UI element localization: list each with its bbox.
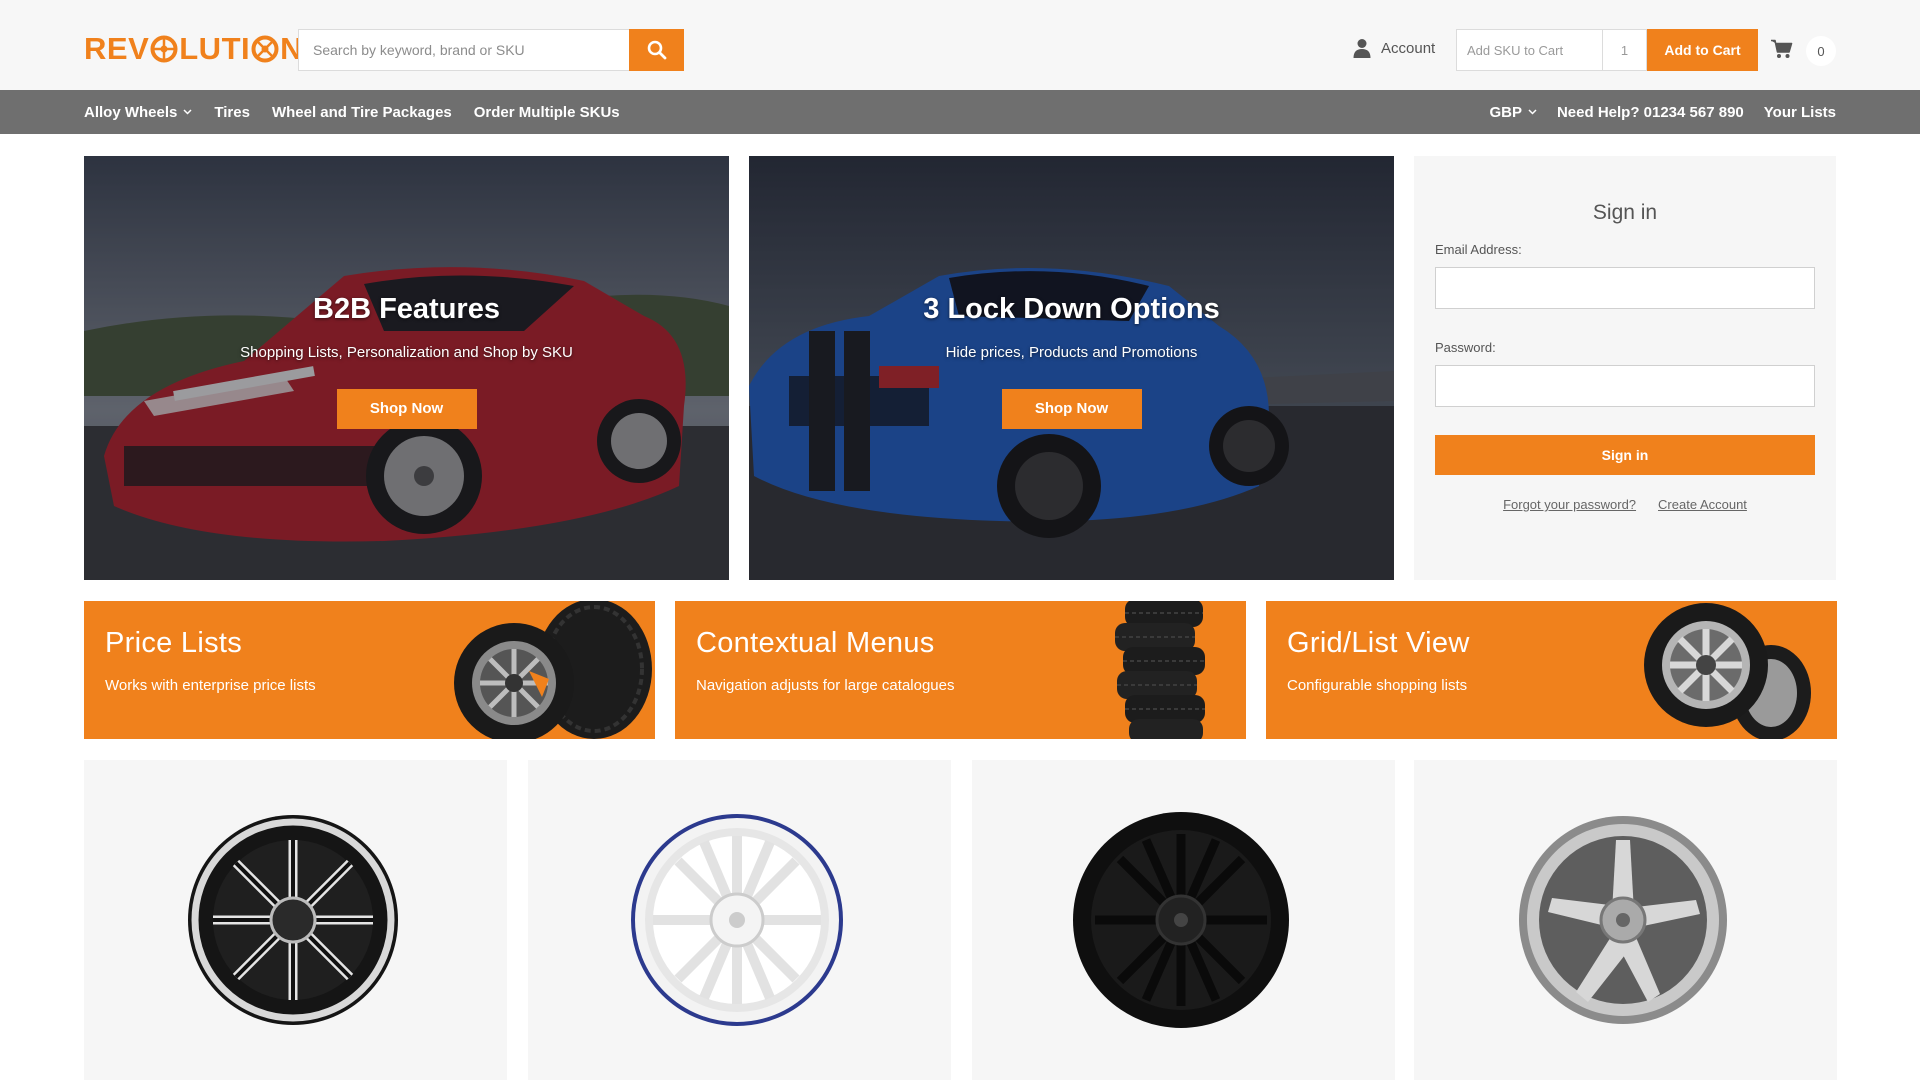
site-header: REV LUTI N Account Add to Cart 0	[0, 0, 1920, 90]
hero-subtitle: Hide prices, Products and Promotions	[945, 344, 1198, 361]
quick-add-form: Add to Cart	[1456, 29, 1758, 71]
promo-subtitle: Navigation adjusts for large catalogues	[696, 677, 955, 694]
promo-subtitle: Configurable shopping lists	[1287, 677, 1468, 694]
shop-now-button[interactable]: Shop Now	[1001, 389, 1142, 429]
help-phone-link[interactable]: Need Help? 01234 567 890	[1557, 104, 1744, 121]
signin-button[interactable]: Sign in	[1435, 435, 1815, 475]
nav-item-label: Tires	[214, 103, 250, 121]
cart-count-badge[interactable]: 0	[1806, 36, 1836, 66]
product-card[interactable]	[84, 760, 507, 1080]
white-wheel-image	[631, 814, 843, 1026]
hero-content: B2B Features Shopping Lists, Personaliza…	[84, 293, 729, 429]
nav-item-label: Order Multiple SKUs	[473, 103, 620, 121]
signin-links: Forgot your password? Create Account	[1414, 497, 1836, 512]
search-icon	[647, 40, 666, 60]
promo-banner-grid-list-view[interactable]: Grid/List View Configurable shopping lis…	[1266, 601, 1837, 739]
hero-title: B2B Features	[313, 293, 500, 325]
search-button[interactable]	[629, 29, 684, 71]
chevron-down-icon	[1528, 109, 1537, 115]
promo-title: Contextual Menus	[696, 627, 935, 659]
signin-panel: Sign in Email Address: Password: Sign in…	[1414, 156, 1836, 580]
logo-wheel-icon	[251, 35, 279, 63]
main-navigation: Alloy Wheels Tires Wheel and Tire Packag…	[0, 90, 1920, 134]
nav-item-tires[interactable]: Tires	[214, 104, 250, 121]
help-phone-label: Need Help? 01234 567 890	[1556, 103, 1744, 121]
nav-item-label: Wheel and Tire Packages	[271, 103, 452, 121]
account-label: Account	[1381, 39, 1436, 57]
your-lists-label: Your Lists	[1763, 103, 1836, 121]
hero-title: 3 Lock Down Options	[923, 293, 1220, 325]
hero-banner-lockdown[interactable]: 3 Lock Down Options Hide prices, Product…	[749, 156, 1394, 580]
logo-wheel-icon	[150, 35, 178, 63]
site-logo[interactable]: REV LUTI N	[84, 31, 303, 66]
add-to-cart-button[interactable]: Add to Cart	[1647, 29, 1758, 71]
quantity-input[interactable]	[1603, 29, 1647, 71]
email-field[interactable]	[1435, 267, 1815, 309]
promo-title: Grid/List View	[1287, 627, 1470, 659]
sku-input[interactable]	[1456, 29, 1603, 71]
chevron-down-icon	[183, 109, 192, 115]
wheel-tire-stack-image	[454, 601, 652, 739]
wheel-tire-image	[1644, 603, 1811, 739]
currency-selector[interactable]: GBP	[1489, 104, 1537, 121]
nav-item-order-multiple-skus[interactable]: Order Multiple SKUs	[474, 104, 620, 121]
nav-categories: Alloy Wheels Tires Wheel and Tire Packag…	[84, 90, 620, 134]
nav-item-label: Alloy Wheels	[84, 103, 178, 121]
search-bar	[298, 29, 684, 71]
nav-item-wheel-tire-packages[interactable]: Wheel and Tire Packages	[272, 104, 452, 121]
email-label: Email Address:	[1435, 242, 1522, 257]
tire-stack-image	[1115, 601, 1205, 739]
promo-banner-price-lists[interactable]: Price Lists Works with enterprise price …	[84, 601, 655, 739]
your-lists-link[interactable]: Your Lists	[1764, 104, 1836, 121]
forgot-password-link[interactable]: Forgot your password?	[1503, 497, 1636, 512]
silver-wheel-image	[1519, 816, 1727, 1024]
promo-banner-contextual-menus[interactable]: Contextual Menus Navigation adjusts for …	[675, 601, 1246, 739]
black-chrome-wheel-image	[188, 815, 398, 1025]
currency-label: GBP	[1489, 103, 1522, 121]
account-link[interactable]: Account	[1353, 38, 1435, 58]
cart-icon[interactable]	[1771, 39, 1793, 59]
product-card[interactable]	[528, 760, 951, 1080]
promo-title: Price Lists	[105, 627, 243, 659]
user-icon	[1353, 39, 1371, 58]
promo-subtitle: Works with enterprise price lists	[105, 677, 316, 694]
hero-subtitle: Shopping Lists, Personalization and Shop…	[240, 344, 573, 361]
hero-content: 3 Lock Down Options Hide prices, Product…	[749, 293, 1394, 429]
matte-black-wheel-image	[1073, 812, 1289, 1028]
product-card[interactable]	[972, 760, 1395, 1080]
create-account-link[interactable]: Create Account	[1658, 497, 1747, 512]
product-card[interactable]	[1414, 760, 1837, 1080]
signin-title: Sign in	[1592, 201, 1658, 224]
shop-now-button[interactable]: Shop Now	[336, 389, 477, 429]
password-label: Password:	[1435, 340, 1496, 355]
hero-banner-b2b[interactable]: B2B Features Shopping Lists, Personaliza…	[84, 156, 729, 580]
nav-item-alloy-wheels[interactable]: Alloy Wheels	[84, 104, 192, 121]
nav-utilities: GBP Need Help? 01234 567 890 Your Lists	[1489, 90, 1836, 134]
search-input[interactable]	[298, 29, 629, 71]
password-field[interactable]	[1435, 365, 1815, 407]
